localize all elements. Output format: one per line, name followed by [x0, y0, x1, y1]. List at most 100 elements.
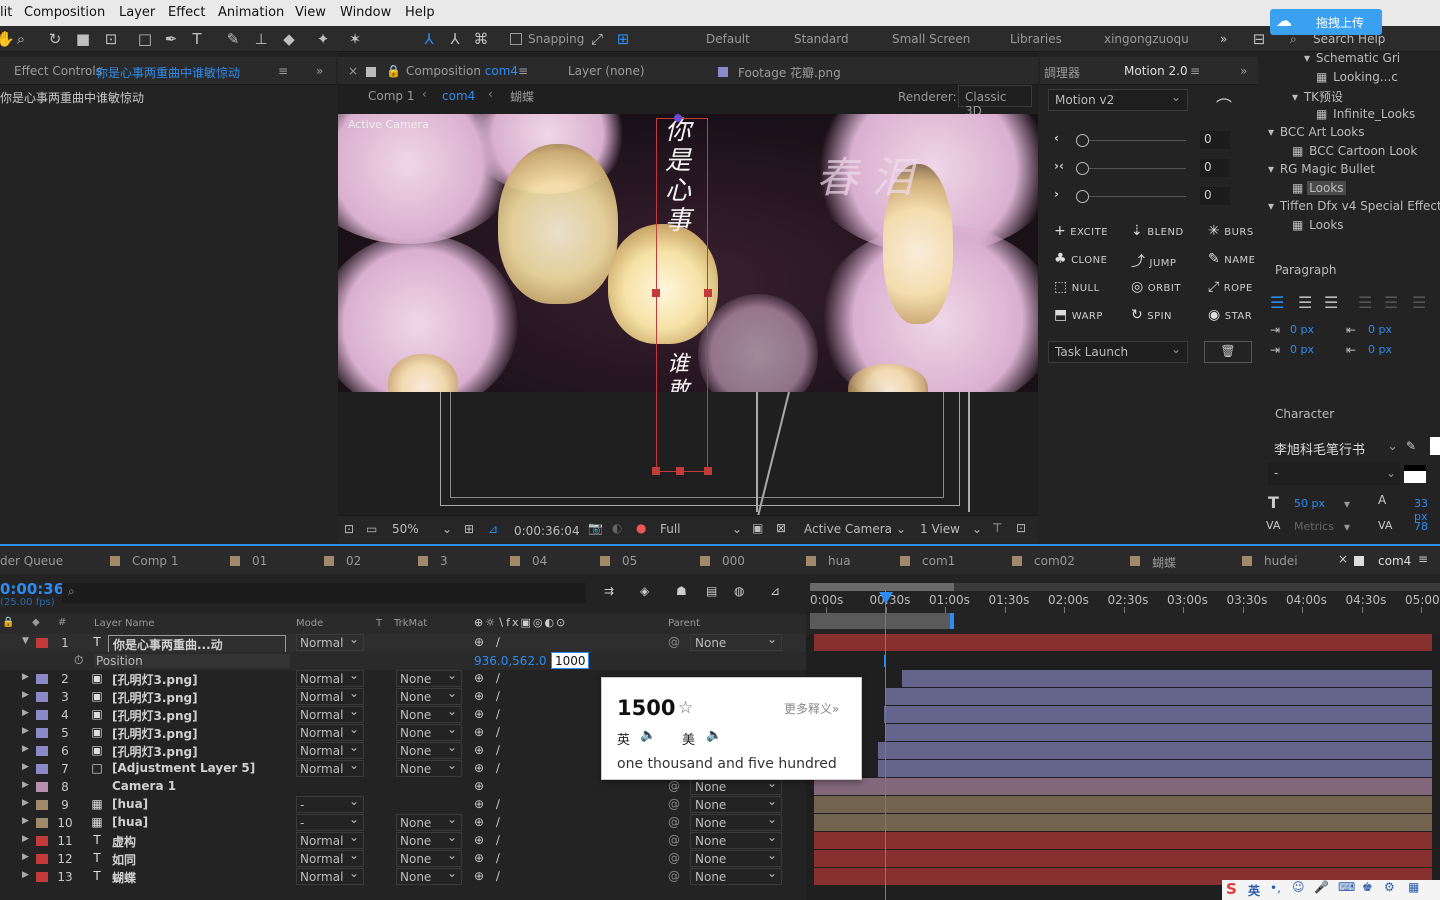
layer-color-label[interactable] [36, 746, 48, 756]
twirl-closed-icon[interactable]: ▶ [22, 672, 29, 682]
footage-tab[interactable]: Footage 花瓣.png [738, 64, 841, 81]
keyboard-icon[interactable]: ⌨ [1338, 880, 1355, 894]
layer-name[interactable]: [孔明灯3.png] [112, 671, 198, 688]
world-axis-icon[interactable]: ⅄ [446, 30, 464, 48]
type-tool-icon[interactable]: T [188, 30, 206, 48]
graph-editor-icon[interactable]: ⊿ [770, 584, 780, 598]
uk-speaker-icon[interactable]: 🔈 [640, 728, 656, 743]
ease-value-field[interactable]: 0 [1200, 187, 1230, 205]
roto-brush-tool-icon[interactable]: ✦ [314, 30, 332, 48]
time-navigator-range[interactable] [810, 583, 954, 591]
layer-color-label[interactable] [36, 854, 48, 864]
renderer-select[interactable]: Classic 3D [958, 85, 1032, 118]
lock-icon[interactable]: 🔒 [386, 64, 401, 78]
layer-switches-icons[interactable]: ⊕ ∕ [474, 761, 504, 775]
position-value[interactable]: 936.0,562.0 [474, 654, 547, 668]
expand-panels-icon[interactable]: » [1240, 64, 1247, 78]
snapshot-camera-icon[interactable]: 📷 [588, 521, 603, 535]
work-area-end-handle[interactable] [950, 613, 954, 629]
layer-switches-icons[interactable]: ⊕ ∕ [474, 671, 504, 685]
safe-zones-icon[interactable]: ⊞ [464, 522, 474, 536]
layer-mode-select[interactable]: - [296, 794, 364, 813]
layer-switches-icons[interactable]: ⊕ ∕ [474, 797, 504, 811]
layer-color-label[interactable] [36, 728, 48, 738]
layer-duration-bar[interactable] [884, 706, 1432, 723]
layer-name[interactable]: [孔明灯3.png] [112, 743, 198, 760]
layer-switches-icons[interactable]: ⊕ ∕ [474, 707, 504, 721]
time-ruler[interactable]: 0:00s 00:30s 01:00s 01:30s 02:00s 02:30s 03:00… [806, 575, 1440, 633]
layer-tab[interactable]: Layer (none) [568, 64, 645, 78]
space-after-value[interactable]: 0 px [1368, 343, 1392, 356]
workspace-small-screen[interactable]: Small Screen [892, 32, 970, 46]
trkmat-select[interactable]: None [396, 758, 462, 777]
parent-select[interactable]: None [690, 794, 782, 813]
layer-name[interactable]: [hua] [112, 797, 148, 811]
ime-lang-toggle[interactable]: 英 [1248, 882, 1260, 899]
eyedropper-icon[interactable]: ✎ [1406, 439, 1416, 453]
space-before-value[interactable]: 0 px [1290, 343, 1314, 356]
close-tab-icon[interactable]: × [348, 64, 358, 78]
layer-duration-bar[interactable] [814, 850, 1432, 867]
align-center-icon[interactable]: ☰ [1298, 293, 1312, 312]
timeline-tab-8[interactable]: hua [828, 554, 851, 568]
bounds-handle[interactable] [652, 289, 660, 297]
ease-in-icon[interactable]: › [1054, 187, 1059, 201]
mask-visibility-icon[interactable]: ⊿ [488, 522, 498, 536]
twirl-closed-icon[interactable]: ▶ [22, 744, 29, 754]
layer-switches-icons[interactable]: ⊕ ∕ [474, 725, 504, 739]
layer-switches-icons[interactable]: ⊕ ∕ [474, 689, 504, 703]
viewer-timecode[interactable]: 0:00:36:04 [514, 524, 580, 538]
emoji-icon[interactable]: ☺ [1292, 880, 1305, 894]
layer-name[interactable]: [hua] [112, 815, 148, 829]
effects-tree-item[interactable]: ▦ Looking...c [1316, 70, 1400, 84]
punctuation-icon[interactable]: •, [1270, 881, 1281, 895]
name-button[interactable]: ✎ NAME [1208, 251, 1256, 267]
layer-color-label[interactable] [36, 674, 48, 684]
expand-panels-icon[interactable]: » [316, 64, 323, 78]
monitor-icon[interactable]: ▭ [366, 522, 377, 536]
playhead-icon[interactable] [879, 592, 893, 604]
workspace-xingongzuoqu[interactable]: xingongzuoqu [1104, 32, 1189, 46]
clone-stamp-tool-icon[interactable]: ⊥ [252, 30, 270, 48]
menu-animation[interactable]: Animation [218, 5, 284, 20]
timeline-tab-7[interactable]: 000 [722, 554, 745, 568]
parent-select[interactable]: None [690, 812, 782, 831]
chevron-down-icon[interactable]: ▾ [1344, 497, 1350, 511]
excite-button[interactable]: + EXCITE [1054, 223, 1108, 239]
skin-icon[interactable]: ♚ [1362, 880, 1373, 894]
layer-color-label[interactable] [36, 692, 48, 702]
breadcrumb-com4[interactable]: com4 [442, 89, 475, 103]
layer-duration-bar[interactable] [814, 634, 1432, 651]
parent-select[interactable]: None [690, 866, 782, 885]
layer-mode-select[interactable]: Normal [296, 758, 364, 777]
twirl-open-icon[interactable]: ▼ [22, 636, 29, 646]
motion-preset-select[interactable]: Motion v2 [1048, 89, 1188, 111]
twirl-closed-icon[interactable]: ▶ [22, 834, 29, 844]
ease-slider-track[interactable] [1076, 140, 1186, 141]
pickwhip-icon[interactable]: @ [668, 779, 680, 793]
layer-switches-icons[interactable]: ⊕ ∕ [474, 869, 504, 883]
twirl-closed-icon[interactable]: ▶ [22, 708, 29, 718]
effects-tree-item[interactable]: ▦ Infinite_Looks [1316, 107, 1417, 121]
twirl-closed-icon[interactable]: ▶ [22, 726, 29, 736]
composition-viewer[interactable]: Active Camera 春 泪 你是心事 谁敢 [338, 114, 1038, 392]
parent-select[interactable]: None [690, 632, 782, 651]
pickwhip-icon[interactable]: @ [668, 869, 680, 883]
breadcrumb-butterfly[interactable]: 蝴蝶 [510, 88, 534, 105]
view-axis-icon[interactable]: ⌘ [472, 30, 490, 48]
layer-name[interactable]: [孔明灯3.png] [112, 707, 198, 724]
layer-switches-icons[interactable]: ⊕ ∕ [474, 833, 504, 847]
ease-slider-handle[interactable] [1076, 162, 1089, 175]
layer-mode-select[interactable]: Normal [296, 632, 364, 651]
toggle-pixel-aspect-icon[interactable]: ⊤ [992, 521, 1002, 535]
null-button[interactable]: ⬚ NULL [1054, 279, 1100, 295]
layer-duration-bar[interactable] [886, 688, 1432, 705]
trkmat-select[interactable]: None [396, 848, 462, 867]
layer-mode-select[interactable]: Normal [296, 686, 364, 705]
effects-tree-item[interactable]: ▾ Tiffen Dfx v4 Special Effects [1268, 199, 1440, 213]
menu-view[interactable]: View [295, 5, 326, 20]
justify-icon-2[interactable]: ☰ [1384, 293, 1398, 312]
stopwatch-icon[interactable]: ⏱ [74, 653, 83, 668]
motion-menu-icon[interactable]: ≡ [1190, 64, 1200, 78]
layer-row[interactable]: ▶ 11 T 虚构 Normal None ⊕ ∕ @ None [0, 830, 806, 850]
